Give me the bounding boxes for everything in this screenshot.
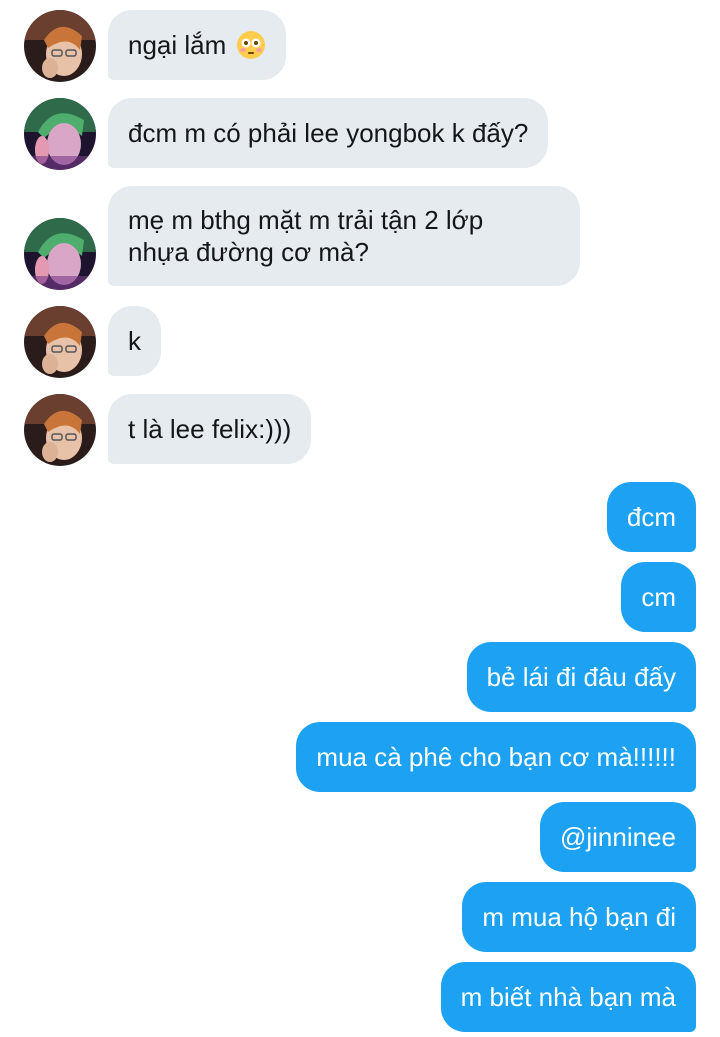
message-bubble[interactable]: đcm m có phải lee yongbok k đấy? [108, 98, 549, 168]
message-bubble[interactable]: t là lee felix:))) [108, 394, 312, 464]
message-text: bẻ lái đi đâu đấy [486, 662, 676, 692]
message-text-line: nhựa đường cơ mà? [128, 237, 369, 267]
received-message: mẹ m bthg mặt m trải tận 2 lớp nhựa đườn… [0, 186, 720, 290]
message-text: @jinninee [559, 822, 676, 852]
message-bubble[interactable]: đcm [606, 482, 696, 552]
sent-message: cm [0, 562, 720, 634]
message-bubble[interactable]: m mua hộ bạn đi [462, 882, 696, 952]
avatar-photo-orange [24, 394, 96, 466]
received-message: đcm m có phải lee yongbok k đấy? [0, 98, 720, 170]
avatar-photo-green [24, 218, 96, 290]
message-text: cm [641, 582, 676, 612]
received-message: ngại lắm [0, 10, 720, 82]
message-bubble[interactable]: ngại lắm [108, 10, 286, 80]
received-message: t là lee felix:))) [0, 394, 720, 466]
message-bubble[interactable]: @jinninee [539, 802, 696, 872]
message-text-line: mẹ m bthg mặt m trải tận 2 lớp [128, 205, 484, 235]
avatar[interactable] [24, 394, 96, 466]
sent-message: m biết nhà bạn mà [0, 962, 720, 1034]
received-message: k [0, 306, 720, 378]
avatar-photo-green [24, 98, 96, 170]
message-bubble[interactable]: mua cà phê cho bạn cơ mà!!!!!! [296, 722, 696, 792]
avatar[interactable] [24, 10, 96, 82]
flushed-face-icon [236, 31, 265, 59]
sent-message: mua cà phê cho bạn cơ mà!!!!!! [0, 722, 720, 794]
message-text: ngại lắm [128, 30, 227, 60]
sent-message: bẻ lái đi đâu đấy [0, 642, 720, 714]
message-bubble[interactable]: cm [621, 562, 696, 632]
avatar-photo-orange [24, 306, 96, 378]
message-text: m mua hộ bạn đi [482, 902, 676, 932]
message-bubble[interactable]: k [108, 306, 161, 376]
message-bubble[interactable]: mẹ m bthg mặt m trải tận 2 lớp nhựa đườn… [108, 186, 580, 286]
avatar-photo-orange [24, 10, 96, 82]
message-bubble[interactable]: bẻ lái đi đâu đấy [466, 642, 696, 712]
message-text: mua cà phê cho bạn cơ mà!!!!!! [316, 742, 676, 772]
sent-message: @jinninee [0, 802, 720, 874]
message-text: k [128, 326, 141, 356]
message-text: đcm [626, 502, 676, 532]
avatar[interactable] [24, 306, 96, 378]
avatar[interactable] [24, 98, 96, 170]
message-text: m biết nhà bạn mà [460, 982, 676, 1012]
sent-message: m mua hộ bạn đi [0, 882, 720, 954]
message-text: đcm m có phải lee yongbok k đấy? [128, 118, 529, 148]
avatar[interactable] [24, 218, 96, 290]
message-bubble[interactable]: m biết nhà bạn mà [440, 962, 696, 1032]
message-text: t là lee felix:))) [128, 414, 292, 444]
sent-message: đcm [0, 482, 720, 554]
